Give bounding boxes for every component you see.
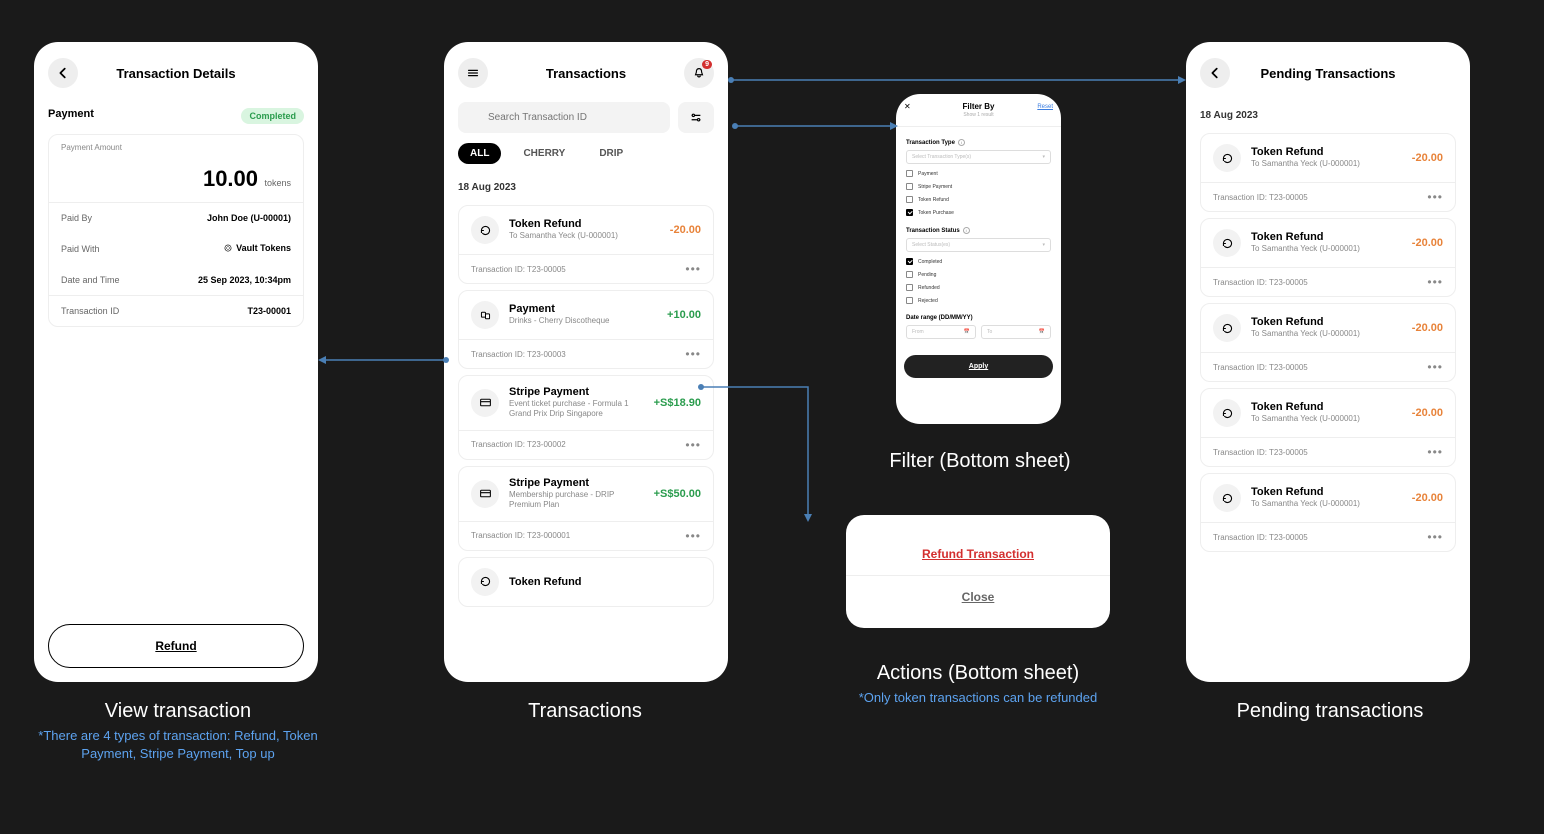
more-actions-button[interactable]: •••: [685, 438, 701, 452]
status-select[interactable]: Select Status(es)▾: [906, 238, 1051, 252]
transaction-card[interactable]: Token RefundTo Samantha Yeck (U-000001)-…: [1200, 388, 1456, 467]
transaction-type-icon: [471, 568, 499, 596]
transaction-id: T23-00001: [247, 306, 291, 316]
filter-button[interactable]: [678, 102, 714, 133]
refund-icon: [1213, 314, 1241, 342]
checkbox-option[interactable]: Completed: [906, 255, 1051, 268]
date-header: 18 Aug 2023: [444, 174, 728, 199]
transaction-type-icon: [471, 216, 499, 244]
filter-title: Filter By: [962, 102, 994, 111]
checkbox-icon: [906, 297, 913, 304]
notifications-button[interactable]: 9: [684, 58, 714, 88]
back-button[interactable]: [1200, 58, 1230, 88]
checkbox-option[interactable]: Rejected: [906, 294, 1051, 307]
transaction-card[interactable]: Token RefundTo Samantha Yeck (U-000001)-…: [1200, 133, 1456, 212]
close-action[interactable]: Close: [846, 576, 1110, 618]
refund-icon: [1213, 399, 1241, 427]
status-badge: Completed: [241, 108, 304, 124]
more-actions-button[interactable]: •••: [685, 262, 701, 276]
checkbox-option[interactable]: Payment: [906, 167, 1051, 180]
more-actions-button[interactable]: •••: [685, 347, 701, 361]
menu-button[interactable]: [458, 58, 488, 88]
transaction-card[interactable]: Token RefundTo Samantha Yeck (U-000001)-…: [1200, 218, 1456, 297]
checkbox-icon: [906, 258, 913, 265]
checkbox-icon: [906, 170, 913, 177]
info-icon: i: [958, 139, 965, 146]
checkbox-icon: [906, 209, 913, 216]
search-input[interactable]: [458, 102, 670, 133]
checkbox-option[interactable]: Token Purchase: [906, 206, 1051, 219]
info-icon: i: [963, 227, 970, 234]
refund-icon: [1213, 144, 1241, 172]
chip-cherry[interactable]: CHERRY: [511, 143, 577, 164]
reset-link[interactable]: Reset: [1037, 104, 1053, 110]
transaction-card[interactable]: Stripe PaymentMembership purchase - DRIP…: [458, 466, 714, 551]
transaction-card[interactable]: PaymentDrinks - Cherry Discotheque+10.00…: [458, 290, 714, 369]
transaction-card[interactable]: Token Refund: [458, 557, 714, 607]
type-select[interactable]: Select Transaction Type(s)▾: [906, 150, 1051, 164]
amount-label: Payment Amount: [49, 135, 303, 152]
transaction-type-icon: [471, 480, 499, 508]
transaction-card[interactable]: Token RefundTo Samantha Yeck (U-000001)-…: [1200, 303, 1456, 382]
refund-icon: [1213, 484, 1241, 512]
transaction-type-icon: [471, 389, 499, 417]
amount-value: 10.00: [203, 166, 258, 191]
checkbox-icon: [906, 271, 913, 278]
transaction-card[interactable]: Token RefundTo Samantha Yeck (U-000001)-…: [1200, 473, 1456, 552]
back-button[interactable]: [48, 58, 78, 88]
refund-icon: [1213, 229, 1241, 257]
refund-action[interactable]: Refund Transaction: [846, 533, 1110, 576]
checkbox-option[interactable]: Pending: [906, 268, 1051, 281]
more-actions-button[interactable]: •••: [1427, 190, 1443, 204]
apply-button[interactable]: Apply: [904, 355, 1053, 378]
chip-all[interactable]: ALL: [458, 143, 501, 164]
date-to-input[interactable]: To📅: [981, 325, 1051, 339]
more-actions-button[interactable]: •••: [1427, 530, 1443, 544]
checkbox-option[interactable]: Refunded: [906, 281, 1051, 294]
refund-button[interactable]: Refund: [48, 624, 304, 668]
more-actions-button[interactable]: •••: [1427, 445, 1443, 459]
section-heading: Payment: [48, 108, 94, 120]
close-button[interactable]: ✕: [904, 102, 918, 116]
chip-drip[interactable]: DRIP: [587, 143, 635, 164]
transaction-type-icon: [471, 301, 499, 329]
notification-count-badge: 9: [702, 60, 712, 69]
checkbox-option[interactable]: Stripe Payment: [906, 180, 1051, 193]
more-actions-button[interactable]: •••: [1427, 275, 1443, 289]
date-header: 18 Aug 2023: [1186, 102, 1470, 127]
transaction-card[interactable]: Stripe PaymentEvent ticket purchase - Fo…: [458, 375, 714, 460]
checkbox-icon: [906, 196, 913, 203]
more-actions-button[interactable]: •••: [1427, 360, 1443, 374]
more-actions-button[interactable]: •••: [685, 529, 701, 543]
checkbox-icon: [906, 284, 913, 291]
date-from-input[interactable]: From📅: [906, 325, 976, 339]
checkbox-icon: [906, 183, 913, 190]
checkbox-option[interactable]: Token Refund: [906, 193, 1051, 206]
transaction-card[interactable]: Token RefundTo Samantha Yeck (U-000001)-…: [458, 205, 714, 284]
